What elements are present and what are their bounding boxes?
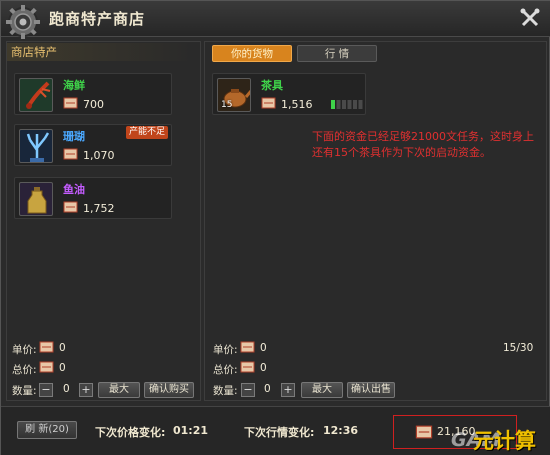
- watermark-logo: 元计算: [473, 429, 536, 453]
- tab-market[interactable]: 行 情: [297, 45, 377, 62]
- item-count: 15: [221, 100, 233, 110]
- coin-icon: [240, 361, 255, 373]
- decrease-button[interactable]: −: [39, 383, 53, 397]
- unit-price-value: 0: [59, 342, 66, 354]
- capacity-count: 15/30: [503, 342, 534, 354]
- window-title: 跑商特产商店: [49, 10, 146, 28]
- close-icon[interactable]: [519, 7, 541, 29]
- shop-item-fish-oil[interactable]: 鱼油 1,752: [14, 177, 172, 219]
- coin-icon: [261, 97, 276, 109]
- fish-oil-icon: [19, 182, 53, 216]
- supply-bar: [331, 100, 363, 109]
- coin-icon: [240, 341, 255, 353]
- item-name: 鱼油: [63, 183, 85, 196]
- shop-item-coral[interactable]: 珊瑚 产能不足 1,070: [14, 124, 172, 166]
- market-change-label: 下次行情变化:: [244, 426, 315, 439]
- tab-your-goods[interactable]: 你的货物: [212, 45, 292, 62]
- low-capacity-badge: 产能不足: [125, 126, 168, 139]
- shop-window: 跑商特产商店 商店特产 海鲜 700 珊瑚 产能不足 1,070 鱼油 1,75…: [0, 0, 550, 455]
- coin-icon: [63, 148, 78, 160]
- coin-icon: [63, 201, 78, 213]
- item-name: 海鲜: [63, 79, 85, 92]
- max-button[interactable]: 最大: [301, 382, 343, 398]
- refresh-button[interactable]: 刷 新(20): [17, 421, 77, 439]
- market-change-time: 12:36: [323, 424, 359, 437]
- increase-button[interactable]: +: [79, 383, 93, 397]
- lobster-icon: [19, 78, 53, 112]
- shop-item-seafood[interactable]: 海鲜 700: [14, 73, 172, 115]
- item-name: 珊瑚: [63, 130, 85, 143]
- total-price-label: 总价:: [12, 364, 37, 376]
- item-price: 700: [83, 98, 104, 111]
- total-price-value: 0: [260, 362, 267, 374]
- item-name: 茶具: [261, 79, 283, 92]
- unit-price-label: 单价:: [213, 344, 238, 356]
- tea-set-icon: 15: [217, 78, 251, 112]
- increase-button[interactable]: +: [281, 383, 295, 397]
- unit-price-value: 0: [260, 342, 267, 354]
- shop-goods-header: 商店特产: [7, 43, 193, 61]
- gear-icon: [6, 5, 40, 39]
- quantity-label: 数量:: [12, 385, 37, 397]
- price-change-time: 01:21: [173, 424, 209, 437]
- coin-icon: [39, 341, 54, 353]
- price-change-label: 下次价格变化:: [95, 426, 166, 439]
- confirm-buy-button[interactable]: 确认购买: [144, 382, 194, 398]
- title-bar: 跑商特产商店: [1, 1, 550, 39]
- coin-icon: [63, 97, 78, 109]
- item-price: 1,070: [83, 149, 115, 162]
- coral-icon: [19, 129, 53, 163]
- quantity-value: 0: [264, 383, 271, 395]
- decrease-button[interactable]: −: [241, 383, 255, 397]
- coin-icon: [39, 361, 54, 373]
- max-button[interactable]: 最大: [98, 382, 140, 398]
- quantity-label: 数量:: [213, 385, 238, 397]
- confirm-sell-button[interactable]: 确认出售: [347, 382, 395, 398]
- total-price-value: 0: [59, 362, 66, 374]
- total-price-label: 总价:: [213, 364, 238, 376]
- annotation-note: 下面的资金已经足够21000文任务，这时身上还有15个茶具作为下次的启动资金。: [312, 130, 534, 159]
- quantity-value: 0: [63, 383, 70, 395]
- coin-icon: [415, 425, 433, 439]
- item-price: 1,516: [281, 98, 313, 111]
- item-price: 1,752: [83, 202, 115, 215]
- unit-price-label: 单价:: [12, 344, 37, 356]
- your-item-tea-set[interactable]: 15 茶具 1,516: [212, 73, 366, 115]
